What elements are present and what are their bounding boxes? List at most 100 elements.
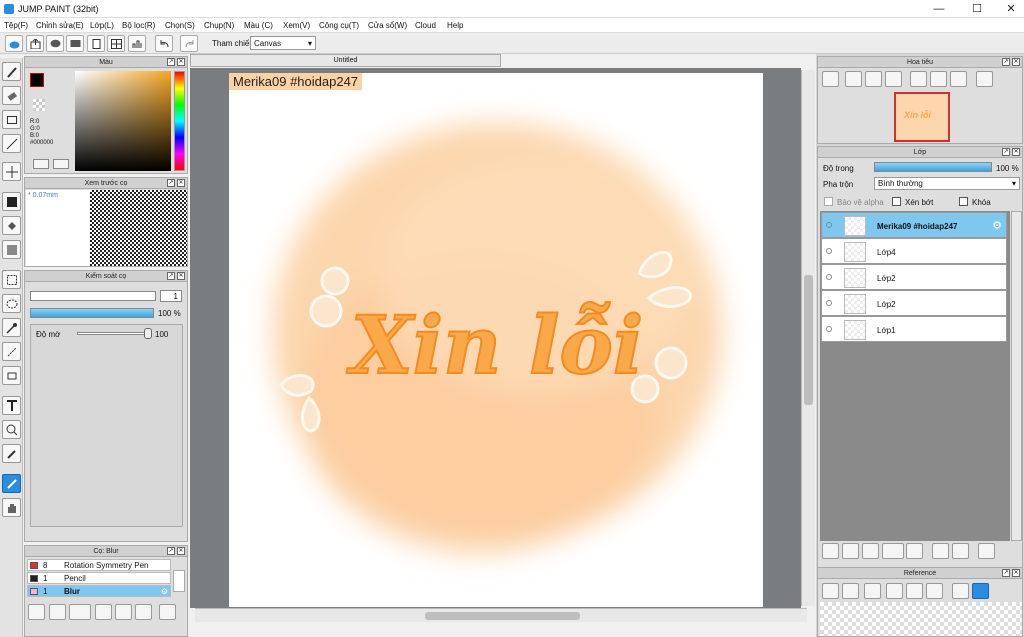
layer-row[interactable]: Lớp4 [821,238,1007,264]
rotate-left-icon[interactable] [910,71,927,87]
menu-cloud[interactable]: Cloud [415,21,436,30]
layer-row[interactable]: Lớp2 [821,290,1007,316]
grid-icon[interactable] [107,35,125,52]
new-page-icon[interactable] [862,543,879,559]
line-tool-icon[interactable] [2,134,21,153]
menu-tools[interactable]: Công cụ(T) [319,21,359,30]
eraser-tool-icon[interactable] [2,86,21,105]
transparent-swatch[interactable] [33,99,45,111]
chart-icon[interactable] [128,35,146,52]
page-icon[interactable] [87,35,105,52]
export-icon[interactable] [26,35,44,52]
zoom-out-icon[interactable] [885,71,902,87]
menu-select[interactable]: Chọn(S) [165,21,195,30]
vertical-scrollbar-thumb[interactable] [804,275,813,405]
eyedropper-tool-icon[interactable] [2,444,21,463]
menu-capture[interactable]: Chụp(N) [204,21,234,30]
operation-tool-icon[interactable] [2,420,21,439]
merge-layer-icon[interactable] [952,543,969,559]
clip-checkbox[interactable] [892,197,901,206]
eye-icon[interactable] [33,159,49,169]
redo-icon[interactable] [180,35,198,52]
rotate-reset-icon[interactable] [930,71,947,87]
ref-zoom-in-icon[interactable] [886,583,903,599]
menu-layer[interactable]: Lớp(L) [90,21,114,30]
palette-icon[interactable] [53,159,69,169]
vertical-scrollbar[interactable] [801,70,815,606]
brush-page-icon[interactable] [95,604,112,620]
select-eraser-icon[interactable] [2,366,21,385]
maximize-button[interactable]: ☐ [960,0,994,18]
menu-window[interactable]: Cửa sổ(W) [368,21,407,30]
brush-size-slider[interactable] [30,291,156,301]
move-tool-icon[interactable] [2,162,21,181]
ref-zoom-out-icon[interactable] [926,583,943,599]
lasso-tool-icon[interactable] [2,294,21,313]
cloud-icon[interactable] [5,35,23,52]
horizontal-scrollbar[interactable] [195,608,807,622]
layer-row[interactable]: Lớp1 [821,316,1007,342]
menu-filter[interactable]: Bộ lọc(R) [122,21,155,30]
new-layer-alt-icon[interactable] [842,543,859,559]
close-icon[interactable]: ✕ [177,547,185,555]
drawing-canvas[interactable]: Xin lỗi Merika09 #hoidap247 [229,73,763,607]
navigator-thumbnail[interactable]: Xin lỗi [894,92,950,142]
undo-icon[interactable] [155,35,173,52]
blur-tool-icon[interactable] [2,474,21,493]
brush-add-icon[interactable] [69,604,91,620]
hand-tool-icon[interactable] [2,498,21,517]
gradient-tool-icon[interactable] [2,240,21,259]
foreground-color-swatch[interactable] [30,73,44,87]
brush-cloud-icon[interactable] [28,604,45,620]
layer-row[interactable]: Lớp2 [821,264,1007,290]
menu-view[interactable]: Xem(V) [283,21,310,30]
layer-visibility-icon[interactable] [826,300,832,306]
layer-visibility-icon[interactable] [826,326,832,332]
blend-mode-select[interactable]: Bình thường ▾ [874,177,1020,190]
zoom-in-alt-icon[interactable] [845,71,862,87]
duplicate-layer-icon[interactable] [932,543,949,559]
gear-icon[interactable]: ⚙ [161,586,168,597]
layer-opacity-slider[interactable] [874,162,992,172]
opacity-slider-track[interactable] [77,328,152,339]
gear-icon[interactable]: ⚙ [992,219,1002,232]
brush-duplicate-icon[interactable] [135,604,152,620]
ref-close-icon[interactable] [864,583,881,599]
brush-tool-icon[interactable] [2,62,21,81]
layer-visibility-icon[interactable] [826,248,832,254]
close-icon[interactable]: ✕ [177,179,185,187]
menu-help[interactable]: Help [447,21,463,30]
new-layer-icon[interactable] [822,543,839,559]
layer-visibility-icon[interactable] [826,222,832,228]
close-icon[interactable]: ✕ [177,58,185,66]
magic-wand-icon[interactable] [2,318,21,337]
float-icon[interactable]: ↗ [1002,569,1010,577]
fit-icon[interactable] [865,71,882,87]
close-icon[interactable]: ✕ [177,272,185,280]
float-icon[interactable]: ↗ [167,547,175,555]
brush-trash-icon[interactable] [159,604,176,620]
protect-alpha-checkbox[interactable] [824,197,833,206]
menu-edit[interactable]: Chỉnh sửa(E) [36,21,84,30]
horizontal-scrollbar-thumb[interactable] [425,612,580,620]
brush-density-slider[interactable] [30,308,154,318]
fill-rect-tool-icon[interactable] [2,192,21,211]
lock-checkbox[interactable] [959,197,968,206]
rotate-right-icon[interactable] [950,71,967,87]
brush-new-folder-icon[interactable] [115,604,132,620]
hue-slider[interactable] [174,71,185,171]
ref-cloud-icon[interactable] [822,583,839,599]
delete-layer-icon[interactable] [978,543,995,559]
layer-visibility-icon[interactable] [826,274,832,280]
brush-item[interactable]: 8 Rotation Symmetry Pen [27,559,171,571]
close-button[interactable]: ✕ [994,0,1024,18]
menu-file[interactable]: Tệp(F) [4,21,28,30]
rect-select-tool-icon[interactable] [2,270,21,289]
layer-add-dropdown-icon[interactable] [882,543,904,559]
rectangle-tool-icon[interactable] [2,110,21,129]
float-icon[interactable]: ↗ [167,58,175,66]
layer-row[interactable]: Merika09 #hoidap247 ⚙ [821,212,1007,238]
ref-open-icon[interactable] [842,583,859,599]
ref-hand-icon[interactable] [972,583,989,599]
flip-icon[interactable] [976,71,993,87]
